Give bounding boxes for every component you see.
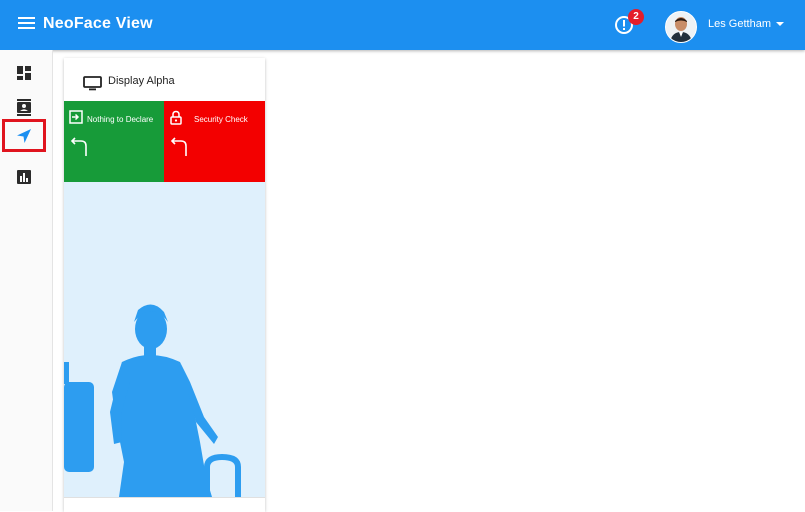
lock-icon xyxy=(170,110,182,125)
navigation-arrow-icon xyxy=(17,129,31,143)
turn-left-arrow-icon xyxy=(70,137,87,156)
alert-count-badge: 2 xyxy=(628,9,644,25)
tv-icon xyxy=(83,76,102,91)
hamburger-menu-icon[interactable] xyxy=(18,16,35,30)
contact-card-icon xyxy=(17,99,31,116)
lane-label: Nothing to Declare xyxy=(87,115,154,124)
display-title: Display Alpha xyxy=(108,75,175,87)
sidebar-nav xyxy=(0,50,53,511)
bar-chart-icon xyxy=(17,170,31,184)
user-name[interactable]: Les Gettham xyxy=(708,18,771,30)
sidebar-item-dashboard[interactable] xyxy=(3,57,49,91)
lane-nothing-to-declare[interactable]: Nothing to Declare xyxy=(64,101,164,182)
exit-arrow-icon xyxy=(69,110,83,124)
lane-label: Security Check xyxy=(194,115,248,124)
traveler-silhouette xyxy=(64,304,241,497)
top-app-bar: NeoFace View 2 Les Gettham xyxy=(0,0,805,50)
traveler-illustration xyxy=(64,182,265,497)
lane-security-check[interactable]: Security Check xyxy=(164,101,265,182)
user-avatar[interactable] xyxy=(665,11,697,43)
display-card: Display Alpha Nothing to Declare Securit… xyxy=(64,58,265,512)
card-header: Display Alpha xyxy=(64,58,265,100)
sidebar-item-navigation[interactable] xyxy=(2,119,46,152)
card-footer xyxy=(64,497,265,512)
dashboard-icon xyxy=(17,66,31,80)
turn-left-arrow-icon xyxy=(170,137,187,156)
chevron-down-icon[interactable] xyxy=(776,22,784,26)
app-title: NeoFace View xyxy=(43,15,153,32)
sidebar-item-reports[interactable] xyxy=(3,161,49,195)
